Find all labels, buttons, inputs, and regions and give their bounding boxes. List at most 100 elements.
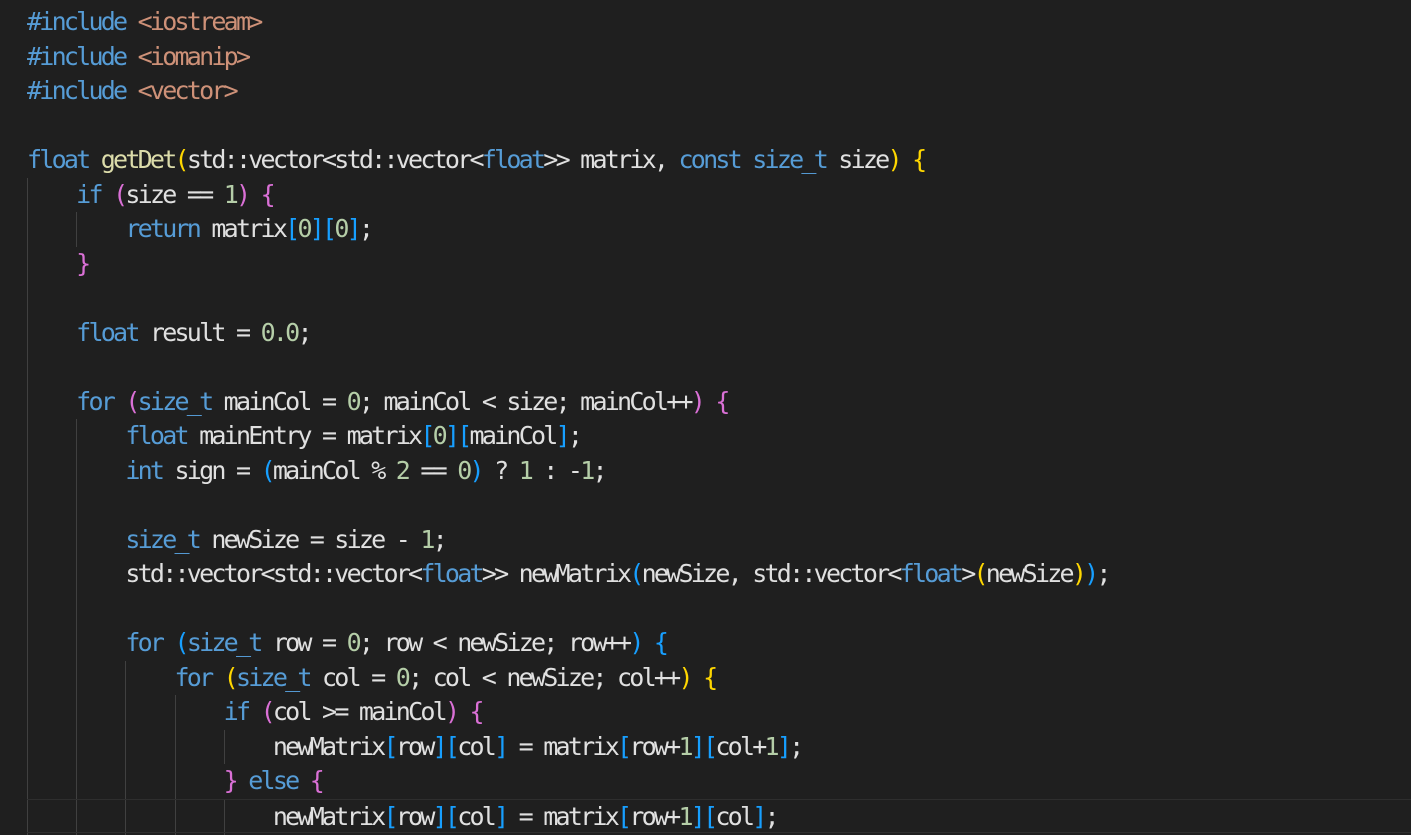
code-line[interactable]: int sign = (mainCol % 2 == 0) ? 1 : -1; bbox=[27, 454, 607, 489]
code-line[interactable]: } else { bbox=[27, 764, 325, 799]
code-line[interactable]: } bbox=[27, 247, 91, 282]
code-token: #include bbox=[27, 7, 138, 36]
code-token: ) bbox=[1071, 559, 1087, 588]
code-token: 0 bbox=[457, 455, 472, 485]
code-token: result = bbox=[137, 317, 261, 347]
code-token: ; bbox=[764, 801, 780, 831]
code-token: ( bbox=[113, 179, 128, 209]
code-token: ) bbox=[690, 386, 706, 416]
code-token: newMatrix bbox=[27, 801, 386, 831]
code-token: >> matrix, bbox=[543, 145, 679, 174]
code-token: = matrix bbox=[506, 801, 620, 831]
code-token: mainEntry = matrix bbox=[186, 421, 423, 450]
code-line[interactable]: newMatrix[row][col] = matrix[row+1][col+… bbox=[27, 730, 804, 765]
code-token: newMatrix bbox=[27, 731, 386, 761]
code-token: { bbox=[260, 179, 276, 209]
code-line[interactable]: if (size == 1) { bbox=[27, 178, 276, 213]
code-token: 0 bbox=[432, 421, 448, 450]
code-token: ( bbox=[973, 559, 988, 588]
code-token: col bbox=[457, 731, 497, 761]
code-line[interactable]: newMatrix[row][col] = matrix[row+1][col]… bbox=[27, 798, 1411, 833]
code-line[interactable]: float mainEntry = matrix[0][mainCol]; bbox=[27, 419, 583, 454]
code-token: ][ bbox=[690, 731, 718, 761]
code-line[interactable]: #include <iomanip> bbox=[27, 40, 251, 75]
code-token: ( bbox=[223, 662, 239, 692]
code-token: row bbox=[395, 731, 436, 761]
code-token: ] bbox=[752, 801, 767, 831]
code-token: ; col < newSize; col++ bbox=[408, 662, 681, 692]
code-token: 0 bbox=[334, 214, 349, 243]
code-token: 1 bbox=[678, 801, 693, 831]
code-token: ? bbox=[481, 455, 519, 485]
code-token: ( bbox=[125, 386, 140, 416]
code-line[interactable]: size_t newSize = size - 1; bbox=[27, 523, 447, 558]
code-line[interactable]: for (size_t col = 0; col < newSize; col+… bbox=[27, 661, 719, 696]
code-token: col = bbox=[309, 662, 396, 692]
code-token: ( bbox=[174, 628, 190, 657]
code-token: size_t bbox=[125, 524, 202, 554]
code-token: 0 bbox=[395, 662, 411, 692]
code-token: size_t bbox=[186, 628, 264, 657]
code-token: ; bbox=[297, 317, 312, 347]
code-token: ( bbox=[260, 697, 276, 726]
code-line[interactable]: for (size_t mainCol = 0; mainCol < size;… bbox=[27, 385, 730, 420]
code-token: ] bbox=[494, 731, 509, 761]
code-token: >> newMatrix bbox=[481, 559, 632, 588]
code-token: [ bbox=[383, 801, 398, 831]
code-token: ] bbox=[494, 801, 509, 831]
code-token: std::vector<std::vector< bbox=[186, 145, 485, 174]
code-token: <iomanip> bbox=[137, 41, 251, 71]
code-line[interactable]: float result = 0.0; bbox=[27, 316, 312, 351]
code-token: : - bbox=[531, 455, 583, 485]
code-line[interactable]: for (size_t row = 0; row < newSize; row+… bbox=[27, 626, 669, 661]
code-editor[interactable]: #include <iostream> #include <iomanip> #in… bbox=[0, 0, 1411, 835]
code-token: float bbox=[27, 145, 91, 174]
code-token: [ bbox=[383, 731, 398, 761]
code-token: else bbox=[248, 766, 300, 795]
code-token: row = bbox=[260, 628, 347, 657]
code-token: ][ bbox=[444, 421, 472, 450]
code-token: 0.0 bbox=[260, 317, 301, 347]
code-token: col bbox=[715, 801, 755, 831]
code-token: getDet bbox=[100, 145, 178, 174]
code-token: float bbox=[76, 317, 140, 347]
code-line[interactable]: if (col >= mainCol) { bbox=[27, 695, 485, 730]
code-token: size bbox=[826, 145, 890, 174]
code-token: ] bbox=[346, 214, 362, 243]
code-token: 1 bbox=[518, 455, 534, 485]
code-token: } bbox=[76, 248, 91, 278]
code-token: ; bbox=[567, 421, 583, 450]
code-token: col >= mainCol bbox=[272, 697, 448, 726]
code-token: #include bbox=[27, 41, 138, 71]
code-token: for bbox=[125, 628, 165, 657]
code-token: [ bbox=[285, 214, 300, 243]
code-token: ; bbox=[1096, 559, 1111, 588]
code-line[interactable]: float getDet(std::vector<std::vector<flo… bbox=[27, 143, 927, 178]
code-line[interactable]: #include <iostream> bbox=[27, 5, 263, 40]
code-token: [ bbox=[617, 801, 632, 831]
code-token: newSize bbox=[985, 559, 1075, 588]
code-token: newSize = size - bbox=[199, 524, 421, 554]
code-token: ][ bbox=[432, 731, 460, 761]
code-token: sign = bbox=[162, 455, 261, 485]
code-line[interactable]: #include <vector> bbox=[27, 74, 239, 109]
code-token: ( bbox=[174, 145, 190, 174]
code-token: ; bbox=[789, 731, 804, 761]
code-token: ] bbox=[555, 421, 571, 450]
code-line[interactable]: return matrix[0][0]; bbox=[27, 212, 374, 247]
code-token: 0 bbox=[346, 386, 362, 416]
code-line[interactable]: std::vector<std::vector<float>> newMatri… bbox=[27, 557, 1111, 592]
